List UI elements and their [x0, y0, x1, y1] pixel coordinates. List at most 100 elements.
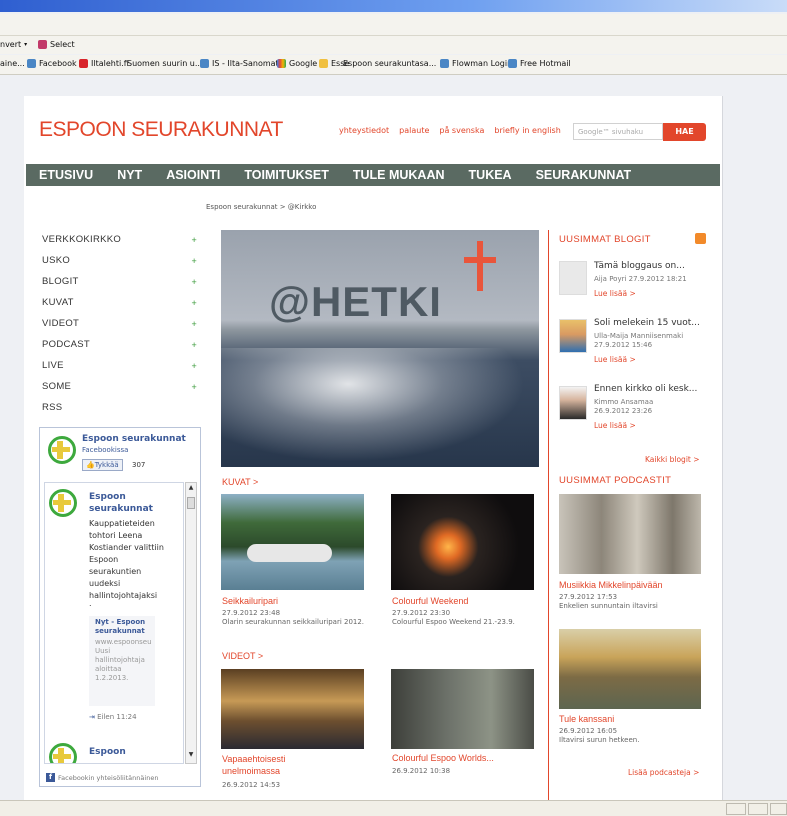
thumbs-up-icon: 👍: [86, 461, 95, 469]
nav-tukea[interactable]: TUKEA: [456, 164, 523, 186]
side-nav-item[interactable]: USKO +: [42, 250, 197, 271]
side-nav: VERKKOKIRKKO + USKO + BLOGIT + KUVAT + VIDEO…: [42, 229, 197, 418]
podcast-title-1[interactable]: Musiikkia Mikkelinpäivään: [559, 580, 663, 590]
read-more-link[interactable]: Lue lisää >: [594, 355, 636, 364]
expand-icon[interactable]: +: [191, 382, 197, 392]
fb-footer[interactable]: f Facebookin yhteisöliitännäinen: [46, 773, 158, 782]
podcast-thumb-1[interactable]: [559, 494, 701, 574]
read-more-link[interactable]: Lue lisää >: [594, 421, 636, 430]
search-input[interactable]: Google™ sivuhaku: [573, 123, 663, 140]
scroll-up-icon[interactable]: ▲: [187, 484, 195, 492]
sea-image: [221, 348, 539, 467]
convert-button[interactable]: nvert ▾: [0, 40, 27, 49]
blog-title[interactable]: Ennen kirkko oli kesk...: [594, 384, 697, 394]
all-blogs-link[interactable]: Kaikki blogit >: [645, 455, 700, 464]
kuvat-heading[interactable]: KUVAT >: [222, 477, 258, 487]
side-nav-item[interactable]: PODCAST +: [42, 334, 197, 355]
scroll-down-icon[interactable]: ▼: [187, 751, 195, 759]
favorite-link[interactable]: Espoon seurakuntasa...: [343, 59, 436, 68]
podcasts-heading[interactable]: UUSIMMAT PODCASTIT: [559, 475, 671, 486]
fb-scrollbar[interactable]: ▲ ▼: [185, 482, 197, 764]
hero-banner[interactable]: @HETKI: [221, 230, 539, 467]
side-nav-item[interactable]: BLOGIT +: [42, 271, 197, 292]
fb-feed: Espoon seurakunnat Kauppatieteiden tohto…: [44, 482, 184, 764]
kuvat-title-2[interactable]: Colourful Weekend: [392, 596, 468, 606]
converter-toolbar: nvert ▾ Select: [0, 36, 787, 54]
blog-title[interactable]: Tämä bloggaus on...: [594, 261, 685, 271]
english-link[interactable]: briefly in english: [494, 126, 560, 135]
kuvat-thumb-1[interactable]: [221, 494, 364, 590]
kuvat-thumb-2[interactable]: [391, 494, 534, 590]
avatar: [559, 386, 587, 420]
web-page: ESPOON SEURAKUNNAT yhteystiedot palaute …: [24, 96, 722, 800]
videot-heading[interactable]: VIDEOT >: [222, 651, 263, 661]
nav-nyt[interactable]: NYT: [104, 164, 153, 186]
nav-tule-mukaan[interactable]: TULE MUKAAN: [340, 164, 456, 186]
parish-logo-icon: [49, 743, 77, 763]
read-more-link[interactable]: Lue lisää >: [594, 289, 636, 298]
expand-icon[interactable]: +: [191, 298, 197, 308]
videot-thumb-1[interactable]: [221, 669, 364, 749]
side-nav-item[interactable]: LIVE +: [42, 355, 197, 376]
select-icon: [38, 40, 47, 49]
nav-seurakunnat[interactable]: SEURAKUNNAT: [523, 164, 643, 186]
feedback-link[interactable]: palaute: [399, 126, 429, 135]
side-nav-item[interactable]: VERKKOKIRKKO +: [42, 229, 197, 250]
nav-toimitukset[interactable]: TOIMITUKSET: [231, 164, 340, 186]
select-button[interactable]: Select: [38, 40, 75, 49]
podcast-thumb-2[interactable]: [559, 629, 701, 709]
ie-icon: [200, 59, 209, 68]
favorite-link[interactable]: Iltalehti.fi: [79, 59, 129, 68]
swedish-link[interactable]: på svenska: [439, 126, 484, 135]
more-podcasts-link[interactable]: Lisää podcasteja >: [628, 768, 699, 777]
site-logo[interactable]: ESPOON SEURAKUNNAT: [39, 118, 283, 142]
search-button[interactable]: HAE: [663, 123, 706, 141]
favorite-link[interactable]: Free Hotmail: [508, 59, 571, 68]
favorite-link[interactable]: Flowman Login: [440, 59, 512, 68]
fb-page-name[interactable]: Espoon seurakunnat: [82, 434, 186, 444]
parish-logo-icon: [48, 436, 76, 464]
breadcrumb[interactable]: Espoon seurakunnat > @Kirkko: [206, 203, 316, 211]
videot-title-2[interactable]: Colourful Espoo Worlds...: [392, 753, 494, 763]
expand-icon[interactable]: +: [191, 319, 197, 329]
nav-asiointi[interactable]: ASIOINTI: [153, 164, 231, 186]
nav-etusivu[interactable]: ETUSIVU: [26, 164, 104, 186]
favorite-link[interactable]: IS - Ilta-Sanomat: [200, 59, 279, 68]
post-text: Kauppatieteiden tohtori Leena Kostiander…: [89, 519, 164, 600]
expand-icon[interactable]: +: [191, 361, 197, 371]
side-nav-item[interactable]: KUVAT +: [42, 292, 197, 313]
videot-thumb-2[interactable]: [391, 669, 534, 749]
side-nav-item[interactable]: RSS: [42, 397, 197, 418]
side-nav-item[interactable]: VIDEOT +: [42, 313, 197, 334]
kuvat-title-1[interactable]: Seikkailuripari: [222, 596, 278, 606]
videot-title-1[interactable]: Vapaaehtoisesti unelmoimassa: [222, 753, 322, 777]
like-button[interactable]: 👍Tykkää: [82, 459, 123, 471]
rss-icon[interactable]: [695, 233, 706, 244]
like-count: 307: [132, 461, 146, 469]
ie-icon: [27, 59, 36, 68]
expand-icon[interactable]: +: [191, 277, 197, 287]
podcast-title-2[interactable]: Tule kanssani: [559, 714, 614, 724]
side-nav-item[interactable]: SOME +: [42, 376, 197, 397]
window-titlebar: [0, 0, 787, 12]
blogs-heading[interactable]: UUSIMMAT BLOGIT: [559, 234, 651, 245]
raft-image: [247, 544, 332, 562]
expand-icon[interactable]: +: [191, 256, 197, 266]
favorites-bar: aine... Facebook Iltalehti.fi Suomen suu…: [0, 55, 787, 75]
google-icon: [277, 59, 286, 68]
avatar: [559, 261, 587, 295]
ie-icon: [508, 59, 517, 68]
post-time: ⇥ Eilen 11:24: [89, 713, 137, 721]
expand-icon[interactable]: +: [191, 340, 197, 350]
favorite-link[interactable]: aine...: [0, 59, 25, 68]
favorite-link[interactable]: Google: [277, 59, 317, 68]
blog-title[interactable]: Soli melekein 15 vuot...: [594, 318, 700, 328]
contact-link[interactable]: yhteystiedot: [339, 126, 389, 135]
shared-link-card[interactable]: Nyt - Espoon seurakunnat www.espoonseu U…: [89, 616, 155, 706]
expand-icon[interactable]: +: [191, 235, 197, 245]
favorite-link[interactable]: Facebook: [27, 59, 77, 68]
facebook-icon: f: [46, 773, 55, 782]
scroll-thumb[interactable]: [187, 497, 195, 509]
cross-icon: [477, 241, 483, 291]
favorite-link[interactable]: Suomen suurin u...: [127, 59, 203, 68]
